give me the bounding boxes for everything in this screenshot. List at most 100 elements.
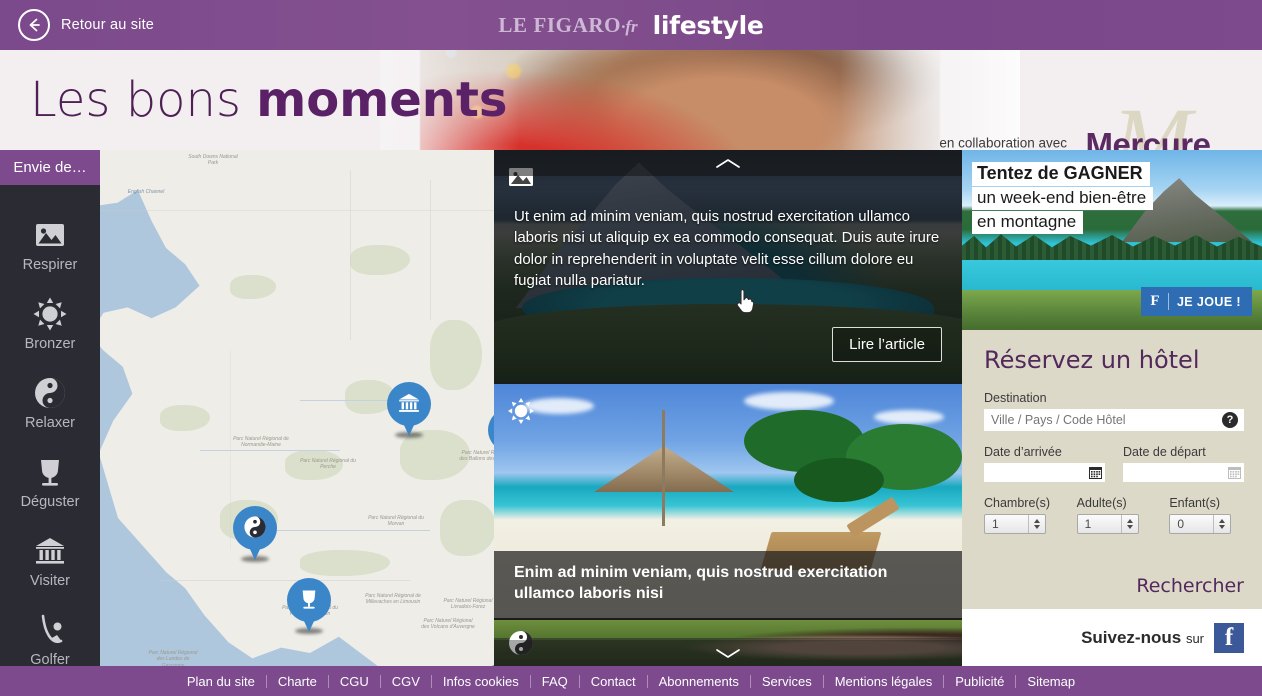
map-label: South Downs National Park [188,154,238,167]
footer-link[interactable]: Services [751,674,824,688]
promo-banner[interactable]: Tentez de GAGNER un week-end bien-être e… [962,150,1262,330]
destination-label: Destination [984,391,1047,405]
read-article-button[interactable]: Lire l’article [832,327,942,362]
sidebar-item-label: Respirer [22,257,78,273]
map-pin-relaxer[interactable] [233,506,277,564]
top-bar: Retour au site LE FIGARO·fr lifestyle [0,0,1262,50]
footer-link[interactable]: Charte [267,674,329,688]
sidebar-header: Envie de… [0,150,100,185]
footer-link[interactable]: Abonnements [648,674,751,688]
promo-line-3: en montagne [972,211,1084,234]
sidebar-item-label: Déguster [20,494,80,510]
figaro-wordmark: LE FIGARO·fr [498,12,638,37]
map-label: Parc Naturel Régional des Landes de Gasc… [148,650,198,666]
map-green-area [440,500,494,556]
footer-link[interactable]: Contact [580,674,648,688]
article-card[interactable]: Enim ad minim veniam, quis nostrud exerc… [494,384,962,618]
rooms-value: 1 [992,517,999,531]
scroll-up-button[interactable] [494,150,962,176]
footer-link[interactable]: Publicité [944,674,1017,688]
temple-icon [397,391,421,415]
sun-icon [508,398,534,424]
chevron-down-icon [716,648,740,658]
map-label: Parc Naturel Régional de Millevaches en … [365,593,421,606]
mercure-logo[interactable]: M Mercure HOTELS [1068,94,1228,151]
hero-banner: Les bons moments en collaboration avec M… [0,50,1262,150]
facebook-icon[interactable]: f [1214,622,1244,653]
footer-link[interactable]: Mentions légales [824,674,945,688]
wine-glass-icon [33,455,67,489]
footer-link[interactable]: CGV [381,674,432,688]
calendar-icon[interactable] [1228,466,1241,479]
footer-link[interactable]: FAQ [531,674,580,688]
card-image-cloud [524,398,594,414]
adults-stepper-arrows[interactable] [1120,515,1138,533]
arrival-date-input[interactable] [984,463,1105,482]
page-title-thin: Les bons [30,72,257,128]
article-card[interactable]: Ut enim ad minim veniam, quis nostrud ex… [494,150,962,382]
promo-cta-button[interactable]: F JE JOUE ! [1141,287,1252,316]
children-value: 0 [1177,517,1185,531]
map-river [250,530,430,531]
card-caption: Enim ad minim veniam, quis nostrud exerc… [494,550,962,618]
children-stepper-arrows[interactable] [1213,515,1230,533]
promo-text: Tentez de GAGNER un week-end bien-être e… [972,162,1154,235]
children-label: Enfant(s) [1169,496,1221,510]
sidebar-item-bronzer[interactable]: Bronzer [0,286,100,363]
footer-nav: Plan du site Charte CGU CGV Infos cookies FAQ… [0,666,1262,696]
temple-icon [33,534,67,568]
rooms-stepper[interactable]: 1 [984,514,1046,534]
departure-date-label: Date de départ [1123,445,1206,459]
footer-link[interactable]: Sitemap [1016,675,1086,688]
footer-link[interactable]: CGU [329,674,381,688]
sidebar-item-respirer[interactable]: Respirer [0,207,100,284]
question-mark-icon[interactable]: ? [1222,412,1238,428]
destination-input[interactable] [984,409,1244,431]
card-body-text: Ut enim ad minim veniam, quis nostrud ex… [514,208,940,289]
sidebar-item-visiter[interactable]: Visiter [0,523,100,600]
sidebar-item-relaxer[interactable]: Relaxer [0,365,100,442]
card-image-cloud [744,392,834,410]
map-label: Parc Naturel Régional des Volcans d'Auve… [421,618,475,631]
chevron-up-icon [716,158,740,168]
article-card-column: Ut enim ad minim veniam, quis nostrud ex… [494,150,962,666]
section-name: lifestyle [652,10,764,40]
mountain-photo-icon [33,218,67,252]
sidebar-item-déguster[interactable]: Déguster [0,444,100,521]
france-map[interactable]: South Downs National Park English Channel… [100,150,494,666]
category-sidebar: Envie de… Respirer Bronzer Relaxer Déguster… [0,150,100,668]
map-border [100,210,494,211]
rooms-stepper-arrows[interactable] [1028,515,1045,533]
adults-stepper[interactable]: 1 [1076,514,1139,534]
map-border [430,180,431,320]
adults-value: 1 [1084,517,1092,531]
brand-logo[interactable]: LE FIGARO·fr lifestyle [0,0,1262,50]
map-pin-visiter[interactable] [387,382,431,440]
map-label: Parc Naturel Régional du Morvan [368,515,424,528]
yin-yang-icon [243,515,267,539]
rooms-label: Chambre(s) [984,496,1050,510]
page-title-bold: moments [256,72,508,128]
scroll-down-button[interactable] [494,640,962,666]
adults-label: Adulte(s) [1076,496,1127,510]
promo-line-1: Tentez de GAGNER [972,162,1150,186]
hotel-booking-form: Réservez un hôtel Destination ? Date d’a… [962,330,1262,609]
sidebar-item-list: Respirer Bronzer Relaxer Déguster Visiter Gol… [0,207,100,679]
map-pin-déguster[interactable] [287,578,331,636]
sidebar-item-label: Bronzer [24,336,76,352]
footer-link[interactable]: Plan du site [176,674,267,688]
right-rail: Tentez de GAGNER un week-end bien-être e… [962,150,1262,666]
map-label: Parc Naturel Régional Livradois-Forez [443,598,493,611]
calendar-icon[interactable] [1089,466,1102,479]
page-title: Les bons moments [30,72,507,128]
card-image-palm [794,458,884,502]
booking-title: Réservez un hôtel [984,346,1200,374]
departure-date-input[interactable] [1123,463,1244,482]
figaro-f-icon: F [1150,293,1169,310]
wine-glass-icon [297,587,321,611]
map-border [350,170,351,340]
children-stepper[interactable]: 0 [1169,514,1232,534]
search-button[interactable]: Rechercher [1136,575,1244,597]
yin-yang-icon [33,376,67,410]
footer-link[interactable]: Infos cookies [432,674,531,688]
